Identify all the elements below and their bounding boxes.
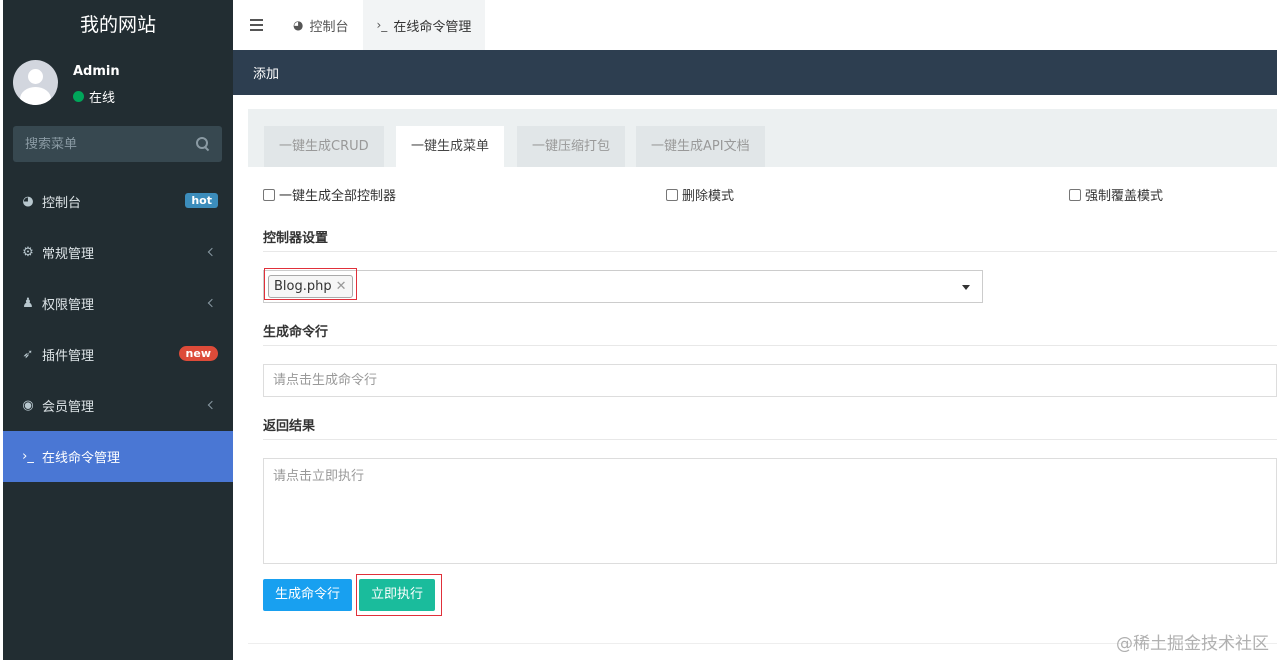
chevron-left-icon <box>207 247 217 257</box>
caret-down-icon[interactable] <box>962 285 970 290</box>
dashboard-icon: ◕ <box>22 194 34 209</box>
controller-select[interactable]: Blog.php ✕ <box>263 270 983 303</box>
menu-search <box>13 126 222 162</box>
checkbox-label: 强制覆盖模式 <box>1085 189 1164 204</box>
tab-api-doc[interactable]: 一键生成API文档 <box>636 126 765 167</box>
checkbox-delete-mode[interactable]: 删除模式 <box>666 185 734 204</box>
avatar <box>13 60 58 105</box>
dashboard-icon: ◕ <box>293 18 304 32</box>
chevron-left-icon <box>207 400 217 410</box>
checkbox-label: 删除模式 <box>682 189 735 204</box>
terminal-icon: ›_ <box>22 449 34 464</box>
watermark: @稀土掘金技术社区 <box>1116 634 1269 654</box>
controller-section-title: 控制器设置 <box>263 231 329 246</box>
highlight-annotation <box>264 268 357 300</box>
generate-command-button[interactable]: 生成命令行 <box>263 579 353 611</box>
command-section-title: 生成命令行 <box>263 325 329 340</box>
divider <box>263 345 1277 346</box>
sidebar-item-label: 会员管理 <box>42 400 95 415</box>
sidebar-item-label: 权限管理 <box>42 298 95 313</box>
sidebar-item-auth[interactable]: ♟ 权限管理 <box>3 278 233 329</box>
sidebar-item-command[interactable]: ›_ 在线命令管理 <box>3 431 233 482</box>
user-circle-icon: ◉ <box>22 398 34 413</box>
sidebar-menu: ◕ 控制台 hot ⚙ 常规管理 ♟ 权限管理 ➶ 插件管理 new ◉ 会员管… <box>3 176 233 482</box>
top-navbar: ◕ 控制台 ›_ 在线命令管理 <box>233 0 1277 50</box>
menu-search-input[interactable] <box>25 136 196 152</box>
hot-badge: hot <box>185 193 218 208</box>
tab-menu[interactable]: 一键生成菜单 <box>396 126 505 167</box>
user-name: Admin <box>73 64 120 79</box>
divider <box>263 439 1277 440</box>
nav-tab-label: 控制台 <box>309 19 349 35</box>
highlight-annotation <box>356 574 442 616</box>
search-icon[interactable] <box>196 137 210 151</box>
nav-tab-dashboard[interactable]: ◕ 控制台 <box>279 0 363 50</box>
result-section-title: 返回结果 <box>263 419 316 434</box>
nav-tab-command[interactable]: ›_ 在线命令管理 <box>362 0 486 50</box>
checkbox-all-controllers[interactable]: 一键生成全部控制器 <box>263 185 396 204</box>
chevron-left-icon <box>207 298 217 308</box>
brand-title[interactable]: 我的网站 <box>3 0 233 50</box>
sidebar-item-user[interactable]: ◉ 会员管理 <box>3 380 233 431</box>
user-panel: Admin 在线 <box>3 50 233 120</box>
divider <box>263 251 1277 252</box>
sidebar-item-addon[interactable]: ➶ 插件管理 new <box>3 329 233 380</box>
checkbox-box[interactable] <box>666 188 678 201</box>
new-badge: new <box>178 346 218 361</box>
terminal-icon: ›_ <box>376 18 388 32</box>
sidebar-item-general[interactable]: ⚙ 常规管理 <box>3 227 233 278</box>
rocket-icon: ➶ <box>22 347 34 362</box>
sidebar-item-label: 控制台 <box>42 196 82 211</box>
nav-tab-label: 在线命令管理 <box>393 19 472 35</box>
tab-crud[interactable]: 一键生成CRUD <box>264 126 384 167</box>
sidebar-item-dashboard[interactable]: ◕ 控制台 hot <box>3 176 233 227</box>
tabs-bar: 一键生成CRUD 一键生成菜单 一键压缩打包 一键生成API文档 <box>248 109 1277 167</box>
sidebar-item-label: 在线命令管理 <box>42 451 121 466</box>
page-title: 添加 <box>253 67 280 82</box>
tab-package[interactable]: 一键压缩打包 <box>517 126 626 167</box>
user-status: 在线 <box>73 87 115 106</box>
page-header: 添加 <box>233 50 1277 95</box>
sidebar-item-label: 常规管理 <box>42 247 95 262</box>
sidebar-item-label: 插件管理 <box>42 349 95 364</box>
sidebar-toggle-icon[interactable] <box>233 0 279 50</box>
result-textarea[interactable] <box>263 458 1277 564</box>
cogs-icon: ⚙ <box>22 245 34 260</box>
sidebar: 我的网站 Admin 在线 ◕ 控制台 hot ⚙ 常规管理 ♟ 权限管理 ➶ <box>3 0 233 660</box>
user-status-label: 在线 <box>89 91 116 106</box>
command-input[interactable] <box>263 364 1277 397</box>
checkbox-box[interactable] <box>263 188 275 201</box>
checkbox-force-overwrite[interactable]: 强制覆盖模式 <box>1069 185 1163 204</box>
group-icon: ♟ <box>22 296 34 311</box>
online-status-icon <box>73 91 84 102</box>
checkbox-box[interactable] <box>1069 188 1081 201</box>
checkbox-label: 一键生成全部控制器 <box>279 189 397 204</box>
